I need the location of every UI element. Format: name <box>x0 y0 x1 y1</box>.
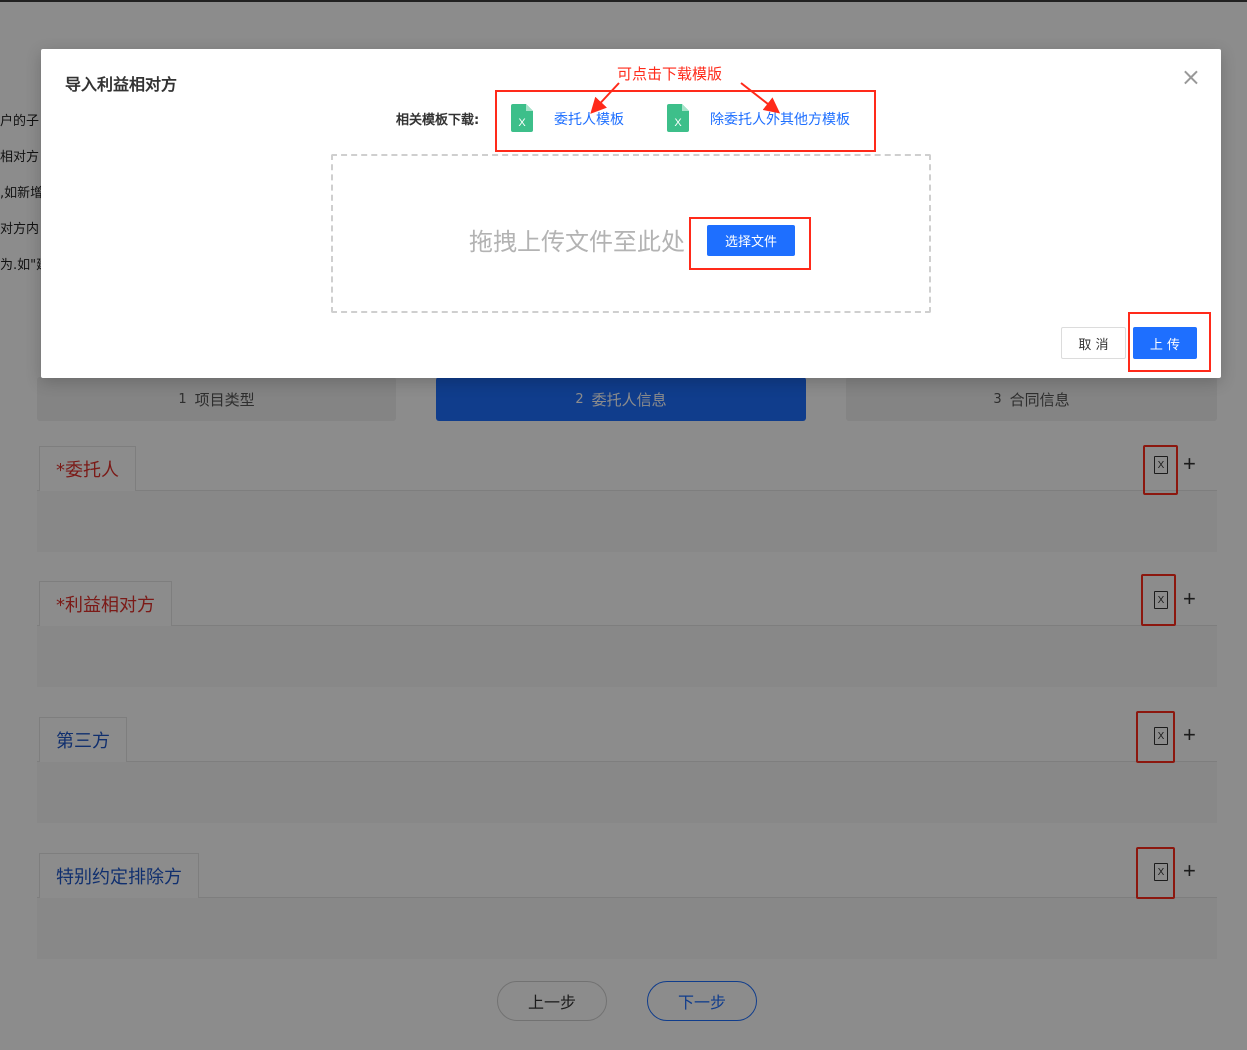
template-download-label: 相关模板下载: <box>396 113 480 128</box>
annotation-box <box>689 217 811 270</box>
annotation-box <box>1128 312 1211 372</box>
annotation-arrows <box>590 82 781 114</box>
close-icon[interactable]: × <box>1181 65 1201 89</box>
dropzone-hint: 拖拽上传文件至此处 <box>469 228 685 256</box>
dialog-title: 导入利益相对方 <box>65 75 178 94</box>
upload-dropzone[interactable]: 拖拽上传文件至此处 选择文件 <box>331 154 931 313</box>
import-dialog: 导入利益相对方 × 相关模板下载: X 委托人模板 X 除委托人外其他方模板 可… <box>41 49 1221 378</box>
cancel-button[interactable]: 取 消 <box>1061 327 1126 359</box>
